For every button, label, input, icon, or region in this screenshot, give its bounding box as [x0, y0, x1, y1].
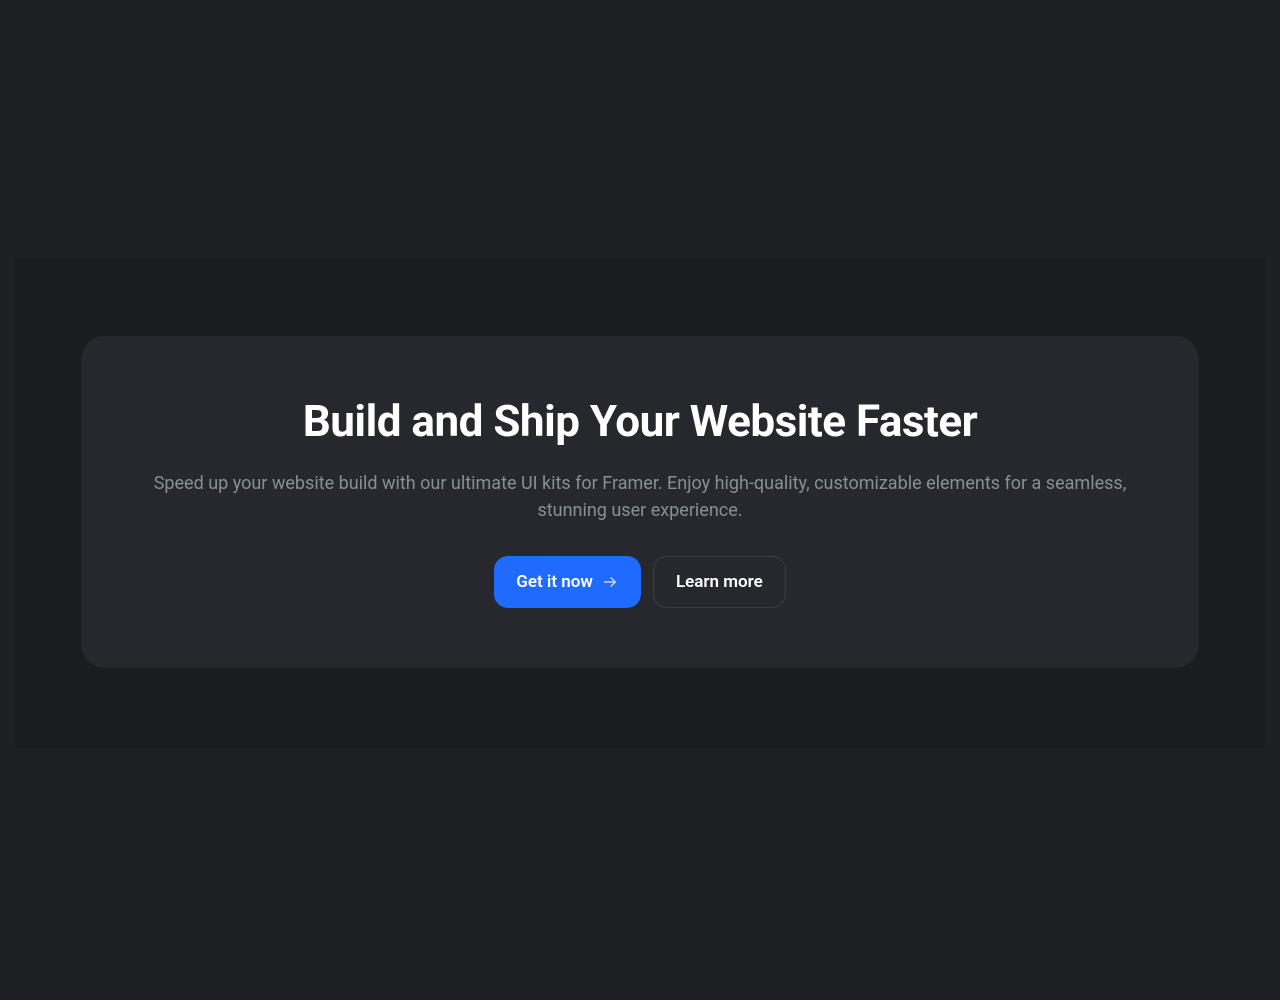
arrow-right-icon	[601, 573, 619, 591]
learn-more-button[interactable]: Learn more	[653, 556, 786, 608]
hero-subheading: Speed up your website build with our ult…	[140, 470, 1140, 524]
hero-heading: Build and Ship Your Website Faster	[303, 396, 978, 447]
hero-card: Build and Ship Your Website Faster Speed…	[81, 336, 1199, 669]
primary-button-label: Get it now	[516, 572, 593, 592]
secondary-button-label: Learn more	[676, 572, 763, 592]
hero-buttons: Get it now Learn more	[494, 556, 786, 608]
get-it-now-button[interactable]: Get it now	[494, 556, 641, 608]
